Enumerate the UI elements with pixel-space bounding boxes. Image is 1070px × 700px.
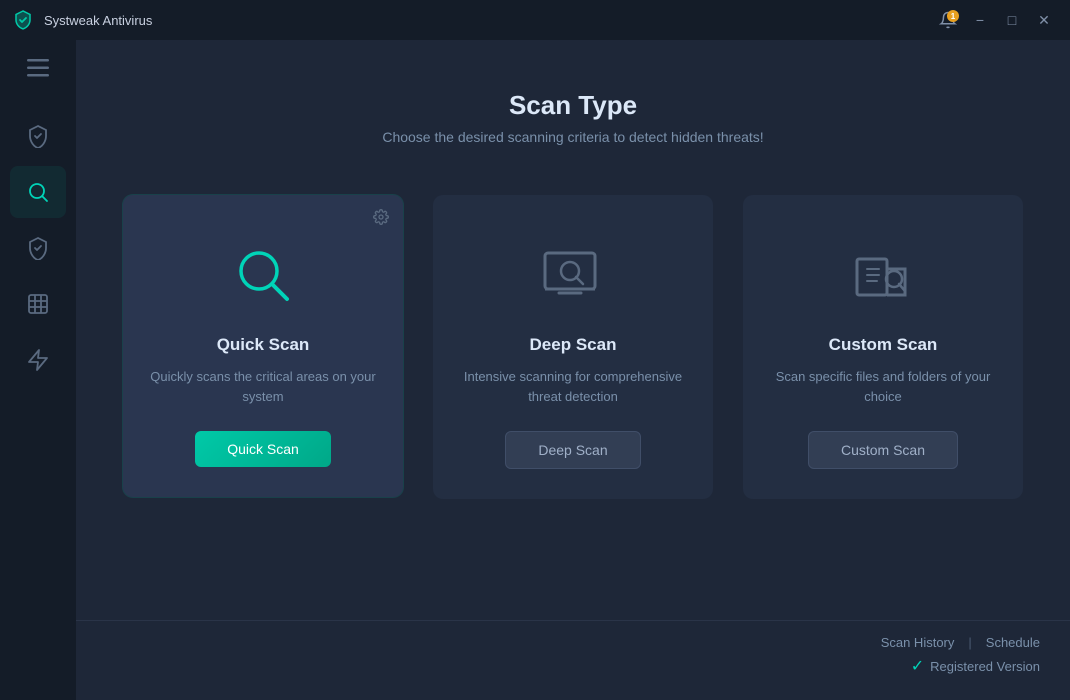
- deep-scan-desc: Intensive scanning for comprehensive thr…: [458, 367, 688, 407]
- sidebar-item-boost[interactable]: [10, 334, 66, 386]
- deep-scan-button[interactable]: Deep Scan: [505, 431, 640, 469]
- page-header: Scan Type Choose the desired scanning cr…: [382, 90, 763, 145]
- main-layout: Scan Type Choose the desired scanning cr…: [0, 40, 1070, 700]
- quick-scan-title: Quick Scan: [217, 335, 310, 355]
- minimize-button[interactable]: −: [966, 8, 994, 32]
- content-area: Scan Type Choose the desired scanning cr…: [76, 40, 1070, 700]
- app-logo: [12, 9, 34, 31]
- footer-links: Scan History | Schedule: [76, 621, 1070, 656]
- registered-status: Registered Version: [930, 659, 1040, 674]
- sidebar-item-protection[interactable]: [10, 110, 66, 162]
- custom-scan-card: Custom Scan Scan specific files and fold…: [743, 195, 1023, 499]
- title-bar: Systweak Antivirus 1 − □ ✕: [0, 0, 1070, 40]
- deep-scan-title: Deep Scan: [530, 335, 617, 355]
- registered-icon: ✓: [911, 656, 924, 676]
- scan-history-link[interactable]: Scan History: [881, 635, 955, 650]
- app-title: Systweak Antivirus: [44, 13, 152, 28]
- sidebar-item-shield[interactable]: [10, 222, 66, 274]
- deep-scan-card: Deep Scan Intensive scanning for compreh…: [433, 195, 713, 499]
- custom-scan-icon: [843, 235, 923, 315]
- maximize-button[interactable]: □: [998, 8, 1026, 32]
- sidebar: [0, 40, 76, 700]
- quick-scan-button[interactable]: Quick Scan: [195, 431, 331, 467]
- deep-scan-icon: [533, 235, 613, 315]
- settings-icon[interactable]: [373, 209, 389, 230]
- notification-button[interactable]: 1: [934, 8, 962, 32]
- sidebar-item-firewall[interactable]: [10, 278, 66, 330]
- scan-cards: Quick Scan Quickly scans the critical ar…: [123, 195, 1023, 499]
- content-inner: Scan Type Choose the desired scanning cr…: [76, 40, 1070, 620]
- footer-status: ✓ Registered Version: [76, 656, 1070, 686]
- quick-scan-icon: [223, 235, 303, 315]
- custom-scan-title: Custom Scan: [829, 335, 938, 355]
- quick-scan-card: Quick Scan Quickly scans the critical ar…: [123, 195, 403, 497]
- close-button[interactable]: ✕: [1030, 8, 1058, 32]
- title-bar-left: Systweak Antivirus: [12, 9, 152, 31]
- custom-scan-desc: Scan specific files and folders of your …: [768, 367, 998, 407]
- notification-badge: 1: [947, 10, 959, 22]
- page-title: Scan Type: [382, 90, 763, 121]
- sidebar-menu-icon[interactable]: [16, 50, 60, 86]
- footer: Scan History | Schedule ✓ Registered Ver…: [76, 620, 1070, 700]
- footer-separator: |: [968, 635, 971, 650]
- quick-scan-desc: Quickly scans the critical areas on your…: [148, 367, 378, 407]
- page-subtitle: Choose the desired scanning criteria to …: [382, 129, 763, 145]
- title-bar-controls: 1 − □ ✕: [934, 8, 1058, 32]
- custom-scan-button[interactable]: Custom Scan: [808, 431, 958, 469]
- schedule-link[interactable]: Schedule: [986, 635, 1040, 650]
- sidebar-item-scan[interactable]: [10, 166, 66, 218]
